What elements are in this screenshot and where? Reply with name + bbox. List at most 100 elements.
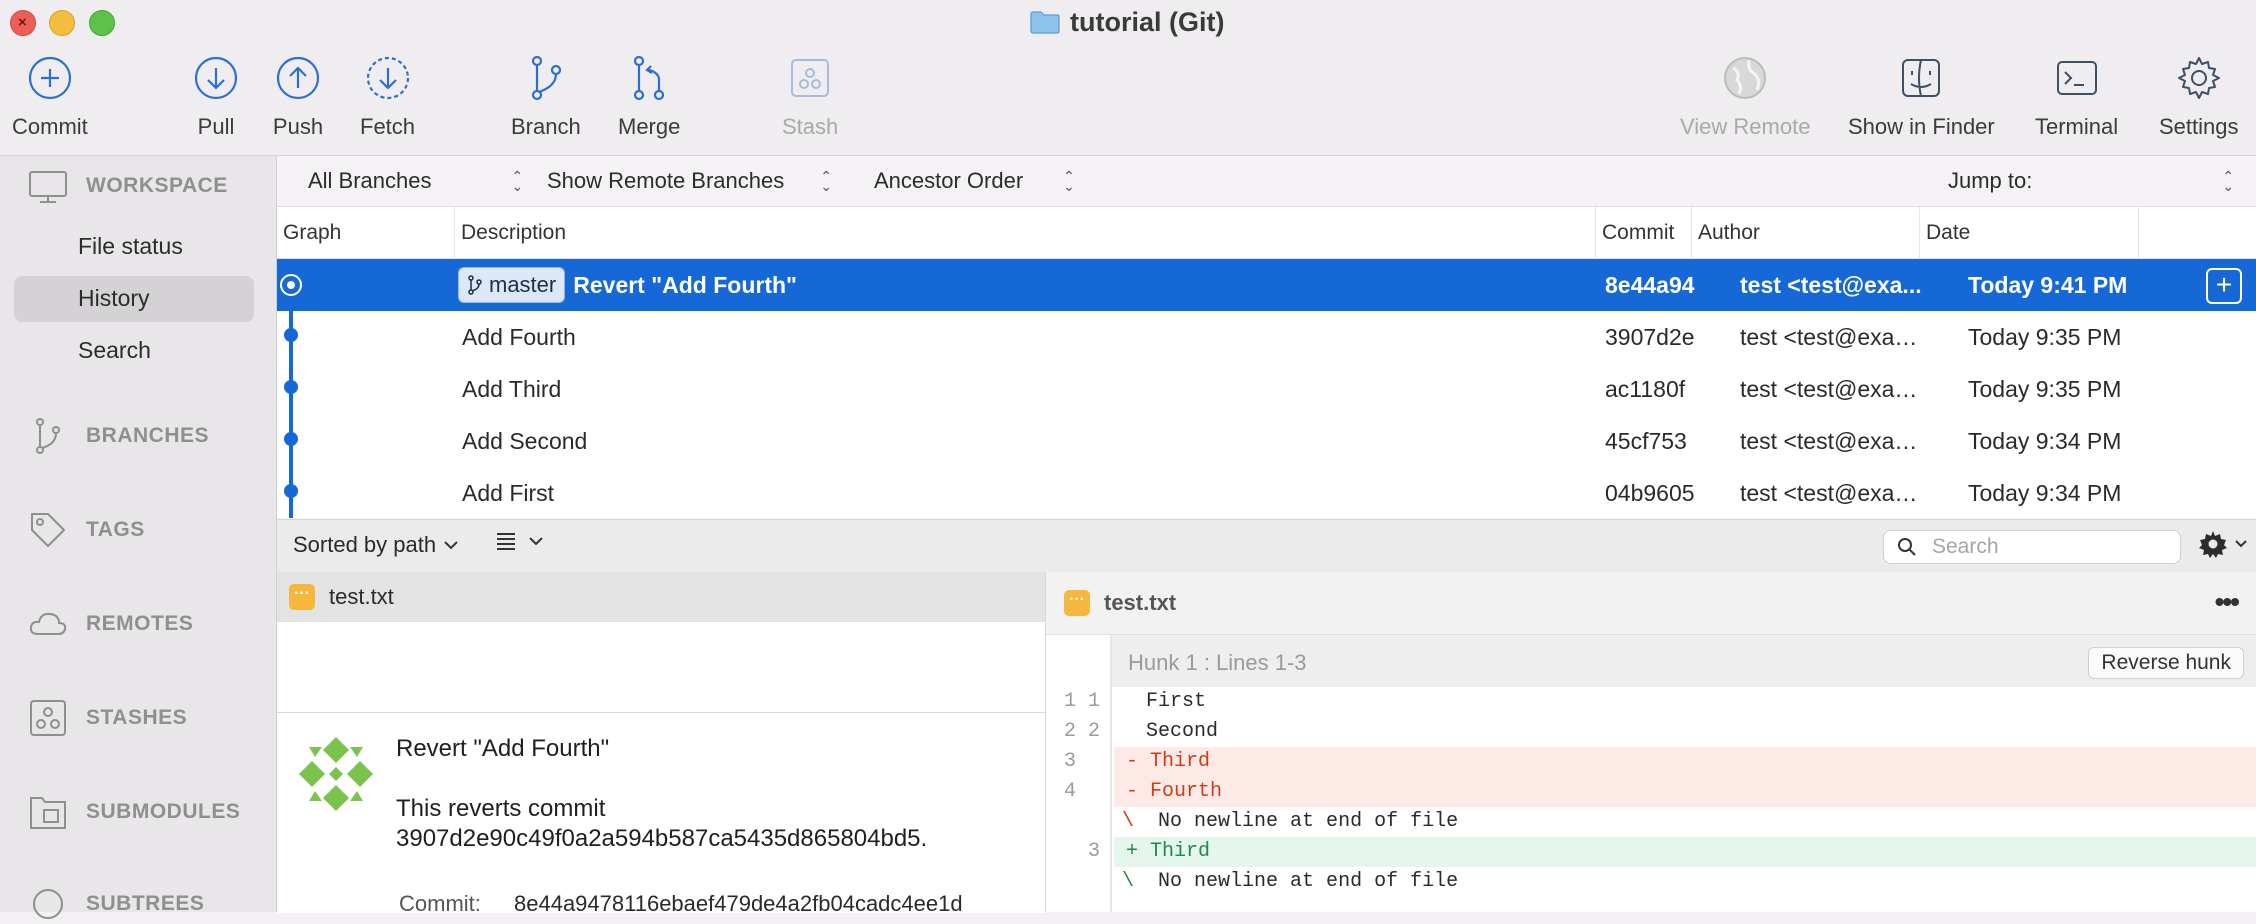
- diff-line: \ No newline at end of file: [1046, 867, 2256, 897]
- commit-date: Today 9:41 PM: [1968, 272, 2128, 298]
- commit-author: test <test@exam...: [1740, 428, 1930, 454]
- commit-message: Add Third: [462, 376, 562, 402]
- reverse-hunk-button[interactable]: Reverse hunk: [2088, 647, 2244, 679]
- close-window-button[interactable]: ×: [10, 10, 36, 36]
- diff-line-text: \ No newline at end of file: [1122, 807, 1458, 837]
- commit-message: Add Fourth: [462, 324, 576, 350]
- more-options-icon[interactable]: •••: [2215, 586, 2240, 618]
- sidebar-item-file-status[interactable]: File status: [78, 233, 183, 260]
- subtrees-label: SUBTREES: [86, 892, 205, 915]
- commit-hash: 45cf753: [1605, 428, 1687, 454]
- fetch-label: Fetch: [360, 114, 416, 139]
- diff-line-text: - Fourth: [1126, 777, 1222, 807]
- commit-hash: 3907d2e: [1605, 324, 1695, 350]
- remotes-section[interactable]: REMOTES: [28, 604, 193, 644]
- merge-button[interactable]: Merge: [618, 52, 680, 140]
- stashes-section[interactable]: STASHES: [28, 698, 187, 738]
- diff-panel: ··· test.txt ••• Hunk 1 : Lines 1-3 Reve…: [1046, 572, 2256, 912]
- view-remote-button[interactable]: View Remote: [1680, 52, 1810, 140]
- new-line-number: 1: [1087, 690, 1100, 713]
- branches-section[interactable]: BRANCHES: [28, 416, 209, 456]
- branch-filter-select[interactable]: All Branches ⌃ ⌄: [308, 168, 523, 194]
- commit-column-header[interactable]: Commit: [1596, 207, 1692, 258]
- push-button[interactable]: Push: [272, 52, 324, 140]
- author-column-header[interactable]: Author: [1692, 207, 1920, 258]
- add-icon[interactable]: +: [2206, 268, 2242, 304]
- remote-branches-select[interactable]: Show Remote Branches ⌃ ⌄: [547, 168, 832, 194]
- old-line-number: 3: [1063, 750, 1076, 773]
- chevron-down-icon: [444, 541, 458, 550]
- commit-author: test <test@exam...: [1740, 324, 1930, 350]
- search-icon: [1898, 538, 1916, 556]
- diff-line-text: + Third: [1126, 837, 1210, 867]
- avatar: [296, 734, 376, 814]
- globe-icon: [1724, 57, 1767, 99]
- view-mode-select[interactable]: [495, 530, 545, 552]
- search-field[interactable]: Search: [1883, 530, 2181, 564]
- sort-select[interactable]: Sorted by path: [293, 532, 460, 558]
- stash-button[interactable]: Stash: [782, 52, 838, 140]
- branch-icon: [531, 55, 561, 101]
- order-value: Ancestor Order: [874, 168, 1024, 193]
- submodules-section[interactable]: SUBMODULES: [28, 792, 240, 832]
- table-row[interactable]: master Revert "Add Fourth" 8e44a94 test …: [277, 259, 2256, 311]
- chevron-down-icon: [2235, 540, 2247, 548]
- branch-badge-label: master: [489, 271, 557, 297]
- table-row[interactable]: Add Second 45cf753 test <test@exam... To…: [277, 415, 2256, 467]
- diff-sign: [1122, 720, 1134, 743]
- commit-table-header: Graph Description Commit Author Date: [277, 207, 2256, 259]
- updown-chevron-icon: ⌃ ⌄: [511, 168, 524, 194]
- commit-button[interactable]: Commit: [12, 52, 88, 140]
- diff-line: \ No newline at end of file: [1046, 807, 2256, 837]
- show-in-finder-button[interactable]: Show in Finder: [1848, 52, 1995, 140]
- diff-sign: [1122, 690, 1134, 713]
- added-line-bg: [1114, 837, 2256, 867]
- gear-icon: [2177, 57, 2220, 99]
- push-label: Push: [272, 114, 324, 139]
- diff-text: Third: [1150, 750, 1211, 773]
- chevron-down-icon: [529, 537, 543, 546]
- remotes-label: REMOTES: [86, 612, 194, 635]
- new-line-number: 2: [1087, 720, 1100, 743]
- branch-icon: [36, 418, 60, 454]
- jump-to-select[interactable]: Jump to: ⌃ ⌄: [1948, 168, 2234, 194]
- table-row[interactable]: Add First 04b9605 test <test@exam... Tod…: [277, 467, 2256, 519]
- view-remote-label: View Remote: [1680, 114, 1811, 139]
- fetch-button[interactable]: Fetch: [360, 52, 415, 140]
- branch-badge: master: [458, 266, 566, 303]
- branch-filter-value: All Branches: [308, 168, 432, 193]
- file-row[interactable]: ··· test.txt: [277, 572, 1045, 622]
- hunk-label: Hunk 1 : Lines 1-3: [1128, 650, 1307, 675]
- terminal-button[interactable]: Terminal: [2035, 52, 2118, 140]
- minimize-window-button[interactable]: [49, 10, 75, 36]
- diff-sign: -: [1126, 780, 1139, 803]
- sidebar-item-history[interactable]: History: [78, 285, 150, 312]
- table-row[interactable]: Add Third ac1180f test <test@exam... Tod…: [277, 363, 2256, 415]
- hunk-header: Hunk 1 : Lines 1-3 Reverse hunk: [1112, 635, 2256, 687]
- subtrees-section[interactable]: SUBTREES: [28, 884, 204, 924]
- date-column-header[interactable]: Date: [1920, 207, 2139, 258]
- order-select[interactable]: Ancestor Order ⌃ ⌄: [874, 168, 1075, 194]
- options-menu-button[interactable]: [2197, 528, 2249, 560]
- submodules-label: SUBMODULES: [86, 800, 241, 823]
- modified-file-icon: ···: [289, 584, 315, 610]
- table-row[interactable]: Add Fourth 3907d2e test <test@exam... To…: [277, 311, 2256, 363]
- jump-to-label: Jump to:: [1948, 168, 2033, 193]
- branch-button[interactable]: Branch: [511, 52, 581, 140]
- description-column-header[interactable]: Description: [455, 207, 1596, 258]
- graph-column-header[interactable]: Graph: [277, 207, 455, 258]
- settings-button[interactable]: Settings: [2159, 52, 2239, 140]
- commit-author: test <test@exa...: [1740, 272, 1922, 298]
- branches-label: BRANCHES: [86, 424, 210, 447]
- diff-text: First: [1146, 690, 1207, 713]
- tags-section[interactable]: TAGS: [28, 510, 145, 550]
- old-line-number: 4: [1063, 780, 1076, 803]
- maximize-window-button[interactable]: [89, 10, 115, 36]
- pull-button[interactable]: Pull: [190, 52, 242, 140]
- diff-line: 4 - Fourth: [1046, 777, 2256, 807]
- diff-line: 3 - Third: [1046, 747, 2256, 777]
- updown-chevron-icon: ⌃ ⌄: [1063, 168, 1075, 194]
- sidebar-item-search[interactable]: Search: [78, 337, 151, 364]
- tags-label: TAGS: [86, 518, 145, 541]
- workspace-section[interactable]: WORKSPACE: [28, 166, 228, 206]
